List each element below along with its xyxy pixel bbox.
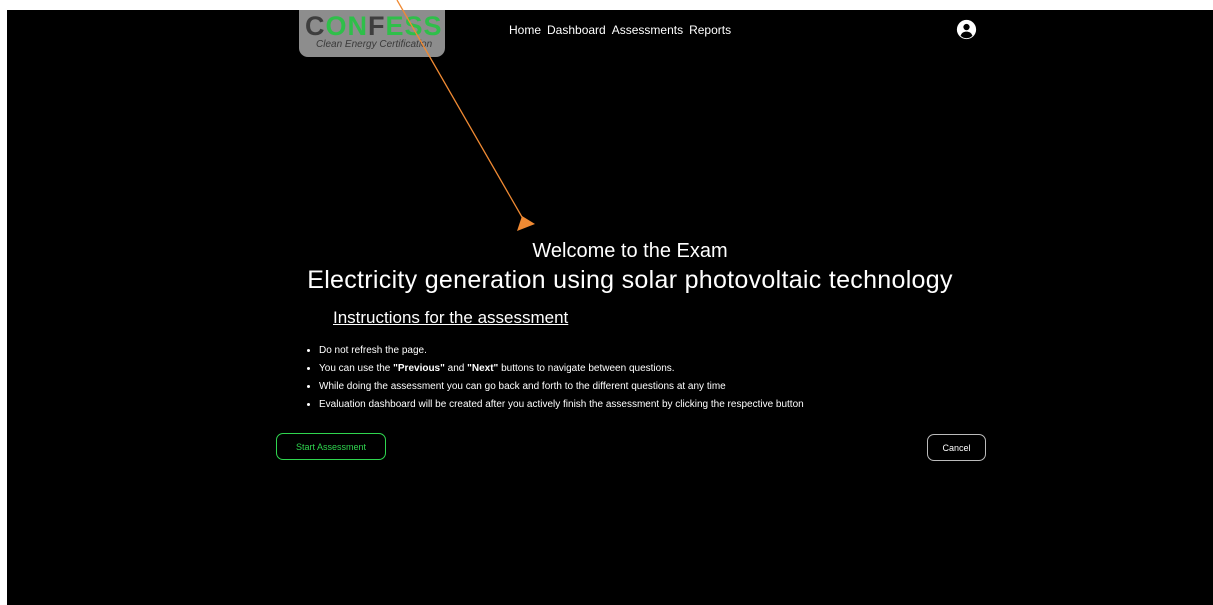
nav-reports-link[interactable]: Reports xyxy=(689,23,731,37)
brand-logo[interactable]: CONFESS Clean Energy Certification xyxy=(299,10,445,57)
instruction-item: You can use the "Previous" and "Next" bu… xyxy=(319,360,804,378)
top-nav: Home Dashboard Assessments Reports xyxy=(509,23,737,37)
nav-dashboard-link[interactable]: Dashboard xyxy=(547,23,606,37)
cancel-button[interactable]: Cancel xyxy=(927,434,986,461)
instructions-heading: Instructions for the assessment xyxy=(333,308,569,327)
instructions-list: Do not refresh the page. You can use the… xyxy=(297,342,804,414)
logo-wordmark: CONFESS xyxy=(305,11,443,41)
app-frame: CONFESS Clean Energy Certification Home … xyxy=(7,10,1213,605)
user-account-icon[interactable] xyxy=(956,19,977,40)
welcome-heading: Welcome to the Exam xyxy=(532,240,728,262)
instruction-item: Do not refresh the page. xyxy=(319,342,804,360)
instruction-item: Evaluation dashboard will be created aft… xyxy=(319,396,804,414)
course-title: Electricity generation using solar photo… xyxy=(307,266,953,294)
instruction-item: While doing the assessment you can go ba… xyxy=(319,378,804,396)
nav-home-link[interactable]: Home xyxy=(509,23,541,37)
nav-assessments-link[interactable]: Assessments xyxy=(612,23,683,37)
logo-tagline: Clean Energy Certification xyxy=(316,39,433,50)
start-assessment-button[interactable]: Start Assessment xyxy=(276,433,386,460)
